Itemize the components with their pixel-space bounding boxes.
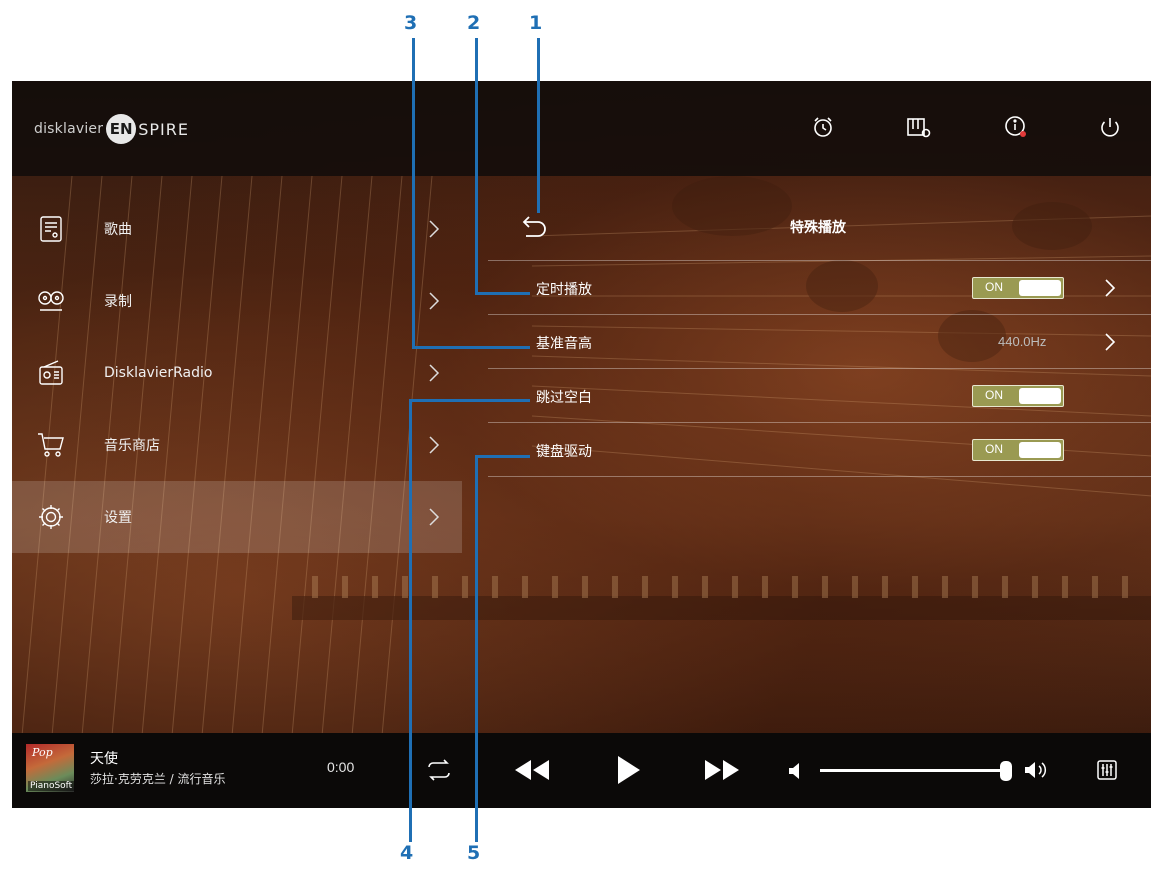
row-label-reference-pitch: 基准音高 (536, 336, 592, 352)
callout-line-3 (412, 38, 415, 349)
volume-slider-track[interactable] (820, 769, 1010, 772)
callout-number-1: 1 (529, 12, 543, 34)
rewind-button[interactable] (510, 755, 554, 785)
piano-settings-icon[interactable] (905, 113, 933, 141)
special-playback-panel: 特殊播放 定时播放 ON 基准音高 440.0Hz 跳过空白 ON 键盘驱动 O… (488, 193, 1151, 477)
row-label-key-drive: 键盘驱动 (536, 444, 592, 460)
fast-forward-button[interactable] (700, 755, 744, 785)
reference-pitch-value: 440.0Hz (998, 334, 1047, 349)
menu-label-store: 音乐商店 (104, 438, 160, 454)
row-reference-pitch[interactable]: 基准音高 440.0Hz (488, 315, 1151, 369)
manual-figure: 1 2 3 4 5 disklavier EN SPIRE 歌曲 录制 Disk… (0, 0, 1151, 872)
skip-silence-toggle[interactable]: ON (972, 385, 1064, 407)
back-arrow-icon[interactable] (520, 213, 550, 239)
callout-line-3-h (412, 346, 530, 349)
callout-line-4-h (409, 399, 530, 402)
radio-icon (39, 360, 63, 385)
main-menu: 歌曲 录制 DisklavierRadio 音乐商店 设置 (12, 193, 462, 553)
row-key-drive: 键盘驱动 ON (488, 423, 1151, 477)
brand-badge: EN (106, 114, 137, 144)
toggle-knob (1019, 442, 1061, 458)
songs-icon (40, 216, 62, 242)
repeat-button[interactable] (422, 757, 456, 783)
chevron-right-icon[interactable] (1103, 277, 1117, 299)
callout-line-2-h (475, 292, 530, 295)
chevron-right-icon (429, 508, 440, 526)
menu-label-settings: 设置 (104, 510, 132, 526)
brand-suffix: SPIRE (138, 119, 189, 139)
toggle-state: ON (985, 280, 1003, 294)
settings-gear-icon (39, 505, 63, 529)
panel-header: 特殊播放 (488, 193, 1151, 261)
row-skip-silence: 跳过空白 ON (488, 369, 1151, 423)
menu-item-settings[interactable]: 设置 (12, 481, 462, 553)
player-bar: Pop PianoSoft 天使 莎拉·克劳克兰 / 流行音乐 0:00 (12, 733, 1151, 808)
record-icon (38, 291, 64, 311)
chevron-right-icon[interactable] (1103, 331, 1117, 353)
menu-label-record: 录制 (104, 294, 132, 310)
callout-line-2 (475, 38, 478, 295)
volume-slider-handle[interactable] (1000, 761, 1012, 781)
callout-line-5 (475, 455, 478, 842)
app-window: disklavier EN SPIRE 歌曲 录制 DisklavierRadi… (12, 81, 1151, 808)
brand-logo: disklavier EN SPIRE (34, 114, 189, 144)
song-subtitle: 莎拉·克劳克兰 / 流行音乐 (90, 772, 226, 786)
volume-high-icon (1022, 759, 1050, 781)
callout-line-5-h (475, 455, 530, 458)
toggle-state: ON (985, 388, 1003, 402)
store-icon (38, 433, 64, 457)
callout-number-4: 4 (400, 842, 414, 864)
info-icon[interactable] (1002, 113, 1030, 141)
album-genre: Pop (32, 746, 53, 759)
repeat-icon (428, 759, 450, 781)
song-title: 天使 (90, 751, 118, 767)
menu-label-songs: 歌曲 (104, 222, 132, 238)
row-timer-play: 定时播放 ON (488, 261, 1151, 315)
callout-line-4 (409, 399, 412, 842)
toggle-knob (1019, 280, 1061, 296)
alarm-icon[interactable] (809, 113, 837, 141)
toggle-knob (1019, 388, 1061, 404)
menu-item-store[interactable]: 音乐商店 (12, 409, 462, 481)
mixer-icon (1097, 760, 1117, 780)
top-bar: disklavier EN SPIRE (12, 81, 1151, 176)
power-icon[interactable] (1096, 113, 1124, 141)
callout-number-2: 2 (467, 12, 481, 34)
play-button[interactable] (612, 753, 644, 787)
callout-line-1 (537, 38, 540, 213)
mixer-button[interactable] (1094, 757, 1120, 783)
menu-item-record[interactable]: 录制 (12, 265, 462, 337)
row-label-timer-play: 定时播放 (536, 282, 592, 298)
rewind-icon (515, 760, 549, 780)
album-art[interactable]: Pop PianoSoft (26, 744, 75, 792)
key-drive-toggle[interactable]: ON (972, 439, 1064, 461)
album-brand: PianoSoft (28, 781, 75, 791)
callout-number-5: 5 (467, 842, 481, 864)
playback-time: 0:00 (327, 759, 355, 775)
chevron-right-icon (429, 220, 440, 238)
panel-title: 特殊播放 (790, 220, 846, 236)
chevron-right-icon (429, 436, 440, 454)
callout-number-3: 3 (404, 12, 418, 34)
fast-forward-icon (705, 760, 739, 780)
toggle-state: ON (985, 442, 1003, 456)
menu-label-radio: DisklavierRadio (104, 365, 213, 381)
play-icon (618, 756, 640, 784)
chevron-right-icon (429, 292, 440, 310)
chevron-right-icon (429, 364, 440, 382)
brand-prefix: disklavier (34, 121, 104, 137)
menu-item-songs[interactable]: 歌曲 (12, 193, 462, 265)
volume-low-icon (786, 761, 802, 781)
row-label-skip-silence: 跳过空白 (536, 390, 592, 406)
timer-play-toggle[interactable]: ON (972, 277, 1064, 299)
menu-item-radio[interactable]: DisklavierRadio (12, 337, 462, 409)
